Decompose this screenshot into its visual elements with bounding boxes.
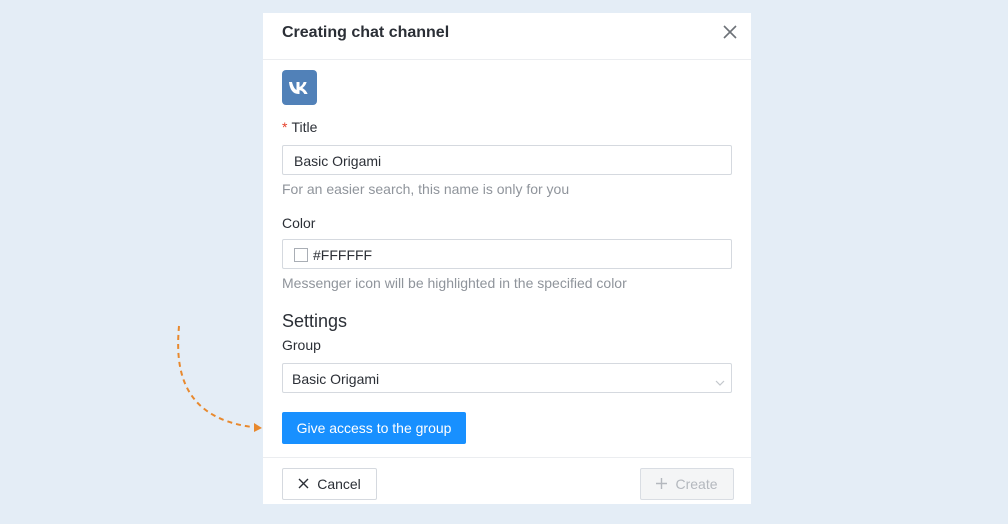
create-button[interactable]: Create (640, 468, 734, 500)
settings-heading: Settings (282, 311, 348, 331)
cancel-label: Cancel (317, 476, 361, 492)
close-icon (298, 476, 309, 492)
title-hint: For an easier search, this name is only … (282, 181, 570, 197)
group-select-value: Basic Origami (292, 371, 380, 387)
title-input[interactable]: Basic Origami (282, 145, 732, 175)
title-input-value: Basic Origami (294, 153, 382, 169)
group-select[interactable]: Basic Origami (282, 363, 732, 393)
dialog-title: Creating chat channel (282, 24, 450, 41)
create-label: Create (675, 476, 718, 492)
give-access-button[interactable]: Give access to the group (282, 412, 466, 444)
color-swatch[interactable] (294, 248, 308, 262)
chevron-down-icon (715, 374, 725, 386)
group-label: Group (282, 337, 321, 353)
create-channel-dialog: Creating chat channel * Title Basic Origa… (263, 13, 751, 504)
footer-divider (263, 457, 751, 458)
dialog-header: Creating chat channel (263, 13, 751, 60)
title-label: * Title (282, 119, 317, 135)
annotation-arrow (177, 325, 262, 432)
title-label-text: Title (291, 119, 318, 135)
required-mark: * (282, 119, 288, 135)
close-icon[interactable] (723, 25, 737, 39)
color-input[interactable]: #FFFFFF (282, 239, 732, 269)
plus-icon (656, 476, 668, 492)
color-label: Color (282, 215, 316, 231)
vk-logo-icon (282, 70, 317, 105)
color-hint: Messenger icon will be highlighted in th… (282, 275, 627, 291)
color-input-value: #FFFFFF (313, 247, 373, 263)
cancel-button[interactable]: Cancel (282, 468, 377, 500)
